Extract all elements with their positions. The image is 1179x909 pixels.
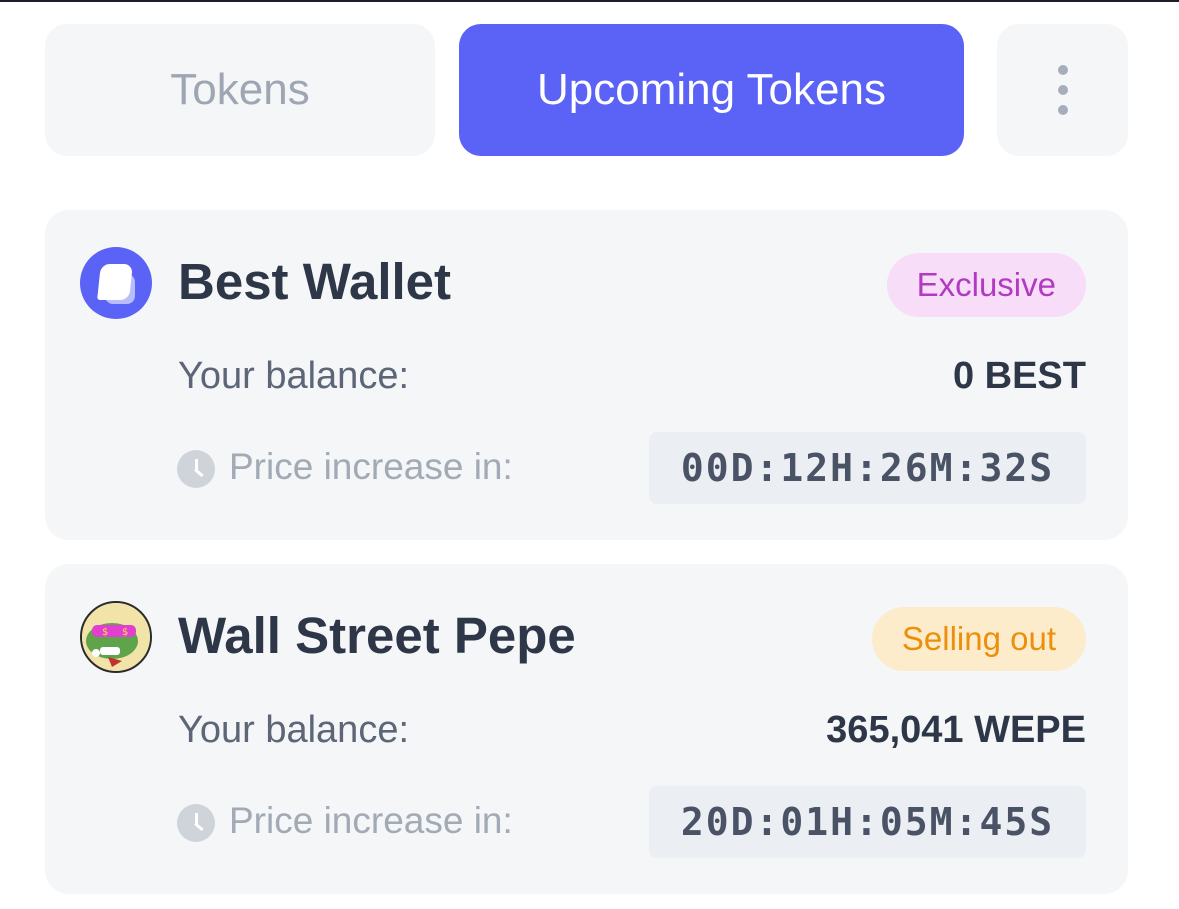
token-card-wall-street-pepe[interactable]: $ $ Wall Street Pepe Selling out Your ba… (45, 564, 1128, 894)
status-badge: Exclusive (886, 253, 1086, 317)
tab-upcoming-tokens[interactable]: Upcoming Tokens (459, 24, 964, 156)
balance-label: Your balance: (178, 355, 410, 397)
status-badge: Selling out (871, 607, 1086, 671)
more-options-button[interactable] (997, 24, 1128, 156)
token-tabs: Tokens Upcoming Tokens (45, 24, 1128, 156)
top-divider (0, 0, 1179, 2)
balance-value: 0 BEST (952, 355, 1086, 397)
tab-tokens[interactable]: Tokens (45, 24, 435, 156)
countdown-timer: 20D:01H:05M:45S (649, 786, 1086, 858)
balance-label: Your balance: (178, 709, 410, 751)
svg-text:$: $ (122, 627, 128, 638)
clock-icon (177, 804, 215, 842)
countdown-timer: 00D:12H:26M:32S (649, 432, 1086, 504)
price-increase-label: Price increase in: (229, 446, 513, 487)
best-wallet-logo-icon (80, 247, 152, 319)
svg-text:$: $ (102, 627, 108, 638)
wall-street-pepe-logo-icon: $ $ (80, 601, 152, 673)
token-card-best-wallet[interactable]: Best Wallet Exclusive Your balance: 0 BE… (45, 210, 1128, 540)
token-name: Best Wallet (178, 253, 452, 310)
kebab-menu-icon (1057, 65, 1068, 115)
token-name: Wall Street Pepe (178, 607, 576, 664)
price-increase-label: Price increase in: (229, 800, 513, 841)
clock-icon (177, 450, 215, 488)
balance-value: 365,041 WEPE (826, 709, 1086, 751)
